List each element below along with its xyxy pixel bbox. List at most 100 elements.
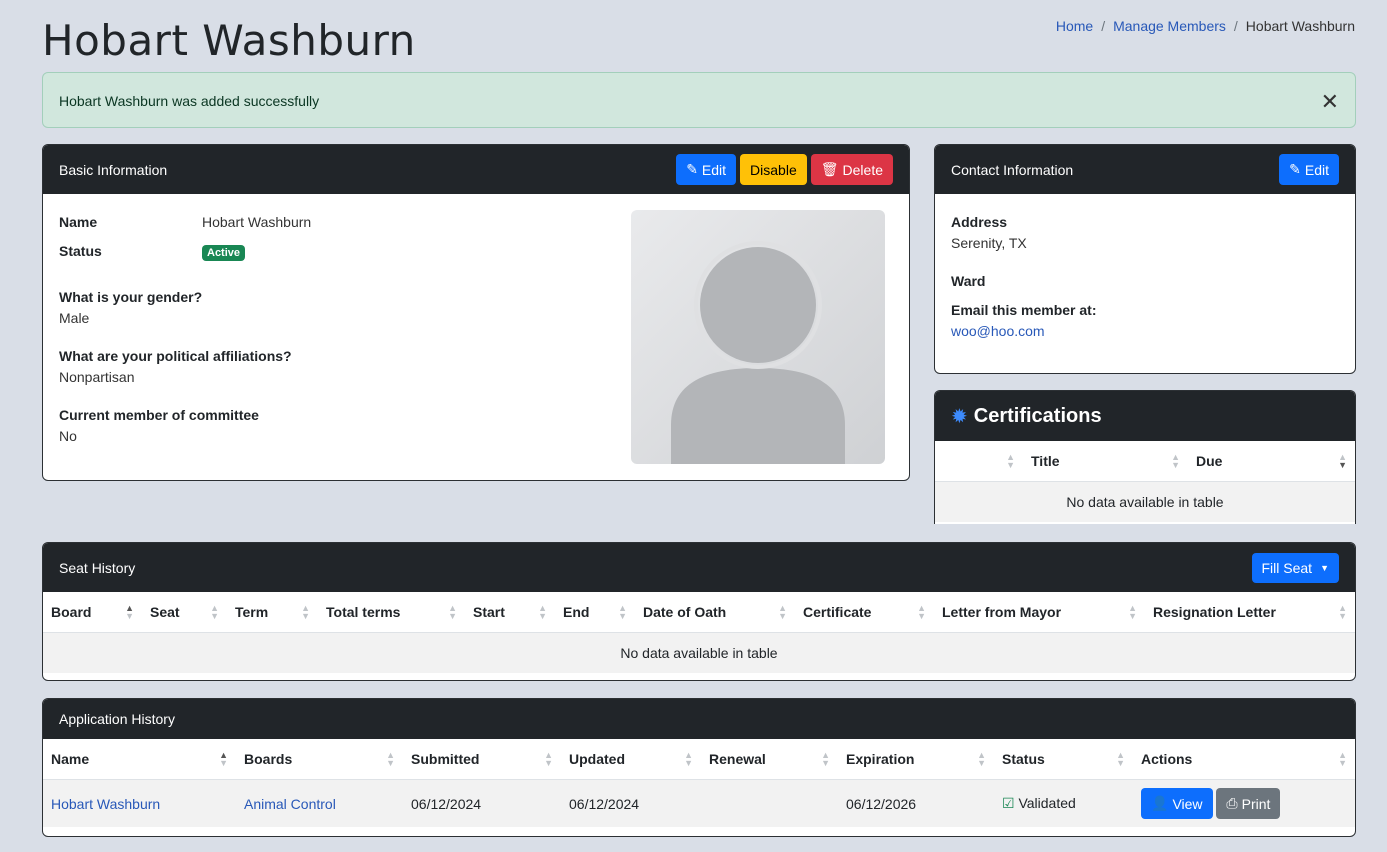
column-seat[interactable]: Seat ▲ ▼ — [142, 592, 227, 633]
email-label: Email this member at: — [951, 302, 1097, 318]
application-history-title: Application History — [59, 711, 175, 727]
sort-icon: ▲ ▼ — [1116, 750, 1125, 768]
column-label: Boards — [244, 751, 293, 767]
status-cell: ☑ Validated — [994, 780, 1133, 828]
breadcrumb-home-link[interactable]: Home — [1056, 18, 1093, 34]
breadcrumb-manage-members-link[interactable]: Manage Members — [1113, 18, 1226, 34]
gender-value: Male — [59, 310, 90, 326]
fill-seat-label: Fill Seat — [1261, 559, 1313, 576]
column-start[interactable]: Start ▲ ▼ — [465, 592, 555, 633]
delete-label: Delete — [842, 161, 883, 178]
column-date-of-oath[interactable]: Date of Oath ▲ ▼ — [635, 592, 795, 633]
edit-contact-button[interactable]: ✎ Edit — [1279, 154, 1339, 185]
sort-asc-icon: ▲ ▼ — [219, 750, 228, 768]
column-title-label: Title — [1031, 453, 1060, 469]
contact-information-title: Contact Information — [951, 161, 1074, 178]
breadcrumb-separator: / — [1233, 18, 1238, 34]
sort-icon: ▲ ▼ — [684, 750, 693, 768]
print-label: Print — [1241, 795, 1271, 812]
column-expiration[interactable]: Expiration ▲ ▼ — [838, 739, 994, 780]
close-icon[interactable]: ✕ — [1321, 89, 1339, 115]
sort-icon: ▲ ▼ — [448, 603, 457, 621]
sort-icon: ▲ ▼ — [1338, 603, 1347, 621]
updated-date: 06/12/2024 — [569, 795, 640, 812]
column-label: Total terms — [326, 604, 401, 620]
column-label: Actions — [1141, 751, 1193, 767]
contact-information-card: Contact Information ✎ Edit Address Sereni… — [934, 144, 1356, 374]
column-term[interactable]: Term ▲ ▼ — [227, 592, 318, 633]
renewal-date — [701, 780, 838, 828]
applicant-name-link[interactable]: Hobart Washburn — [51, 796, 160, 812]
print-button[interactable]: ⎙ Print — [1216, 788, 1281, 819]
status-label: Status — [59, 243, 102, 259]
column-label: Submitted — [411, 751, 480, 767]
edit-label: Edit — [701, 161, 727, 178]
column-title[interactable]: Title ▲ ▼ — [1023, 441, 1188, 482]
application-history-header: Application History — [43, 699, 1355, 739]
pencil-icon: ✎ — [1289, 161, 1301, 177]
column-name[interactable]: Name ▲ ▼ — [43, 739, 236, 780]
column-boards[interactable]: Boards ▲ ▼ — [236, 739, 403, 780]
trash-icon: 🗑 — [820, 161, 839, 177]
column-label: Status — [1002, 751, 1045, 767]
basic-information-header: Basic Information ✎ Edit Disable 🗑 Delete — [43, 145, 909, 194]
sort-desc-icon: ▲ ▼ — [1338, 452, 1347, 470]
column-certificate[interactable]: Certificate ▲ ▼ — [795, 592, 934, 633]
column-label: Seat — [150, 604, 180, 620]
basic-information-title: Basic Information — [59, 161, 168, 178]
column-label: Renewal — [709, 751, 766, 767]
column-updated[interactable]: Updated ▲ ▼ — [561, 739, 701, 780]
column-label: Start — [473, 604, 505, 620]
sort-icon: ▲ ▼ — [544, 750, 553, 768]
column-actions[interactable]: Actions ▲ ▼ — [1133, 739, 1355, 780]
column-due[interactable]: Due ▲ ▼ — [1188, 441, 1355, 482]
gender-label: What is your gender? — [59, 289, 203, 305]
fill-seat-dropdown-button[interactable]: Fill Seat ▼ — [1251, 552, 1339, 583]
edit-label: Edit — [1304, 161, 1329, 178]
seat-history-card: Seat History Fill Seat ▼ Board ▲ ▼ Seat ▲ ▼ T… — [42, 542, 1356, 681]
sort-header-empty[interactable]: ▲ ▼ — [935, 441, 1023, 482]
view-button[interactable]: 👤 View — [1141, 788, 1213, 819]
name-label: Name — [59, 214, 98, 230]
political-label: What are your political affiliations? — [59, 348, 292, 364]
column-renewal[interactable]: Renewal ▲ ▼ — [701, 739, 838, 780]
column-board[interactable]: Board ▲ ▼ — [43, 592, 142, 633]
alert-message: Hobart Washburn was added successfully — [59, 93, 320, 109]
column-submitted[interactable]: Submitted ▲ ▼ — [403, 739, 561, 780]
avatar — [631, 210, 885, 464]
board-link[interactable]: Animal Control — [244, 796, 336, 812]
pencil-icon: ✎ — [686, 161, 698, 177]
sort-icon: ▲ ▼ — [917, 603, 926, 621]
column-resignation-letter[interactable]: Resignation Letter ▲ ▼ — [1145, 592, 1355, 633]
user-icon: 👤 — [1151, 795, 1169, 811]
actions-cell: 👤 View ⎙ Print — [1133, 780, 1355, 828]
sort-icon: ▲ ▼ — [1006, 452, 1015, 470]
sort-icon: ▲ ▼ — [821, 750, 830, 768]
email-link[interactable]: woo@hoo.com — [951, 323, 1045, 339]
certifications-header: ✹ Certifications — [935, 391, 1355, 441]
certifications-table: ▲ ▼ Title ▲ ▼ Due ▲ ▼ No data available in ta… — [935, 441, 1355, 522]
column-label: Certificate — [803, 604, 872, 620]
sort-icon: ▲ ▼ — [386, 750, 395, 768]
edit-basic-button[interactable]: ✎ Edit — [676, 154, 737, 185]
certificate-icon: ✹ — [951, 405, 968, 428]
sort-icon: ▲ ▼ — [778, 603, 787, 621]
view-label: View — [1172, 795, 1203, 812]
column-end[interactable]: End ▲ ▼ — [555, 592, 635, 633]
delete-button[interactable]: 🗑 Delete — [810, 154, 893, 185]
page-title: Hobart Washburn — [42, 16, 416, 65]
seat-history-table: Board ▲ ▼ Seat ▲ ▼ Term ▲ ▼ Total terms ▲ ▼ Star… — [43, 592, 1355, 673]
address-label: Address — [951, 214, 1008, 230]
check-square-icon: ☑ — [1002, 795, 1015, 811]
column-letter-from-mayor[interactable]: Letter from Mayor ▲ ▼ — [934, 592, 1145, 633]
committee-label: Current member of committee — [59, 407, 259, 423]
disable-button[interactable]: Disable — [740, 154, 807, 185]
column-status[interactable]: Status ▲ ▼ — [994, 739, 1133, 780]
column-label: End — [563, 604, 590, 620]
submitted-date: 06/12/2024 — [411, 795, 482, 812]
certifications-card: ✹ Certifications ▲ ▼ Title ▲ ▼ Due ▲ ▼ No dat… — [934, 390, 1356, 524]
printer-icon: ⎙ — [1226, 795, 1238, 811]
column-total-terms[interactable]: Total terms ▲ ▼ — [318, 592, 465, 633]
expiration-date: 06/12/2026 — [846, 795, 917, 812]
application-history-card: Application History Name ▲ ▼ Boards ▲ ▼ Subm… — [42, 698, 1356, 837]
